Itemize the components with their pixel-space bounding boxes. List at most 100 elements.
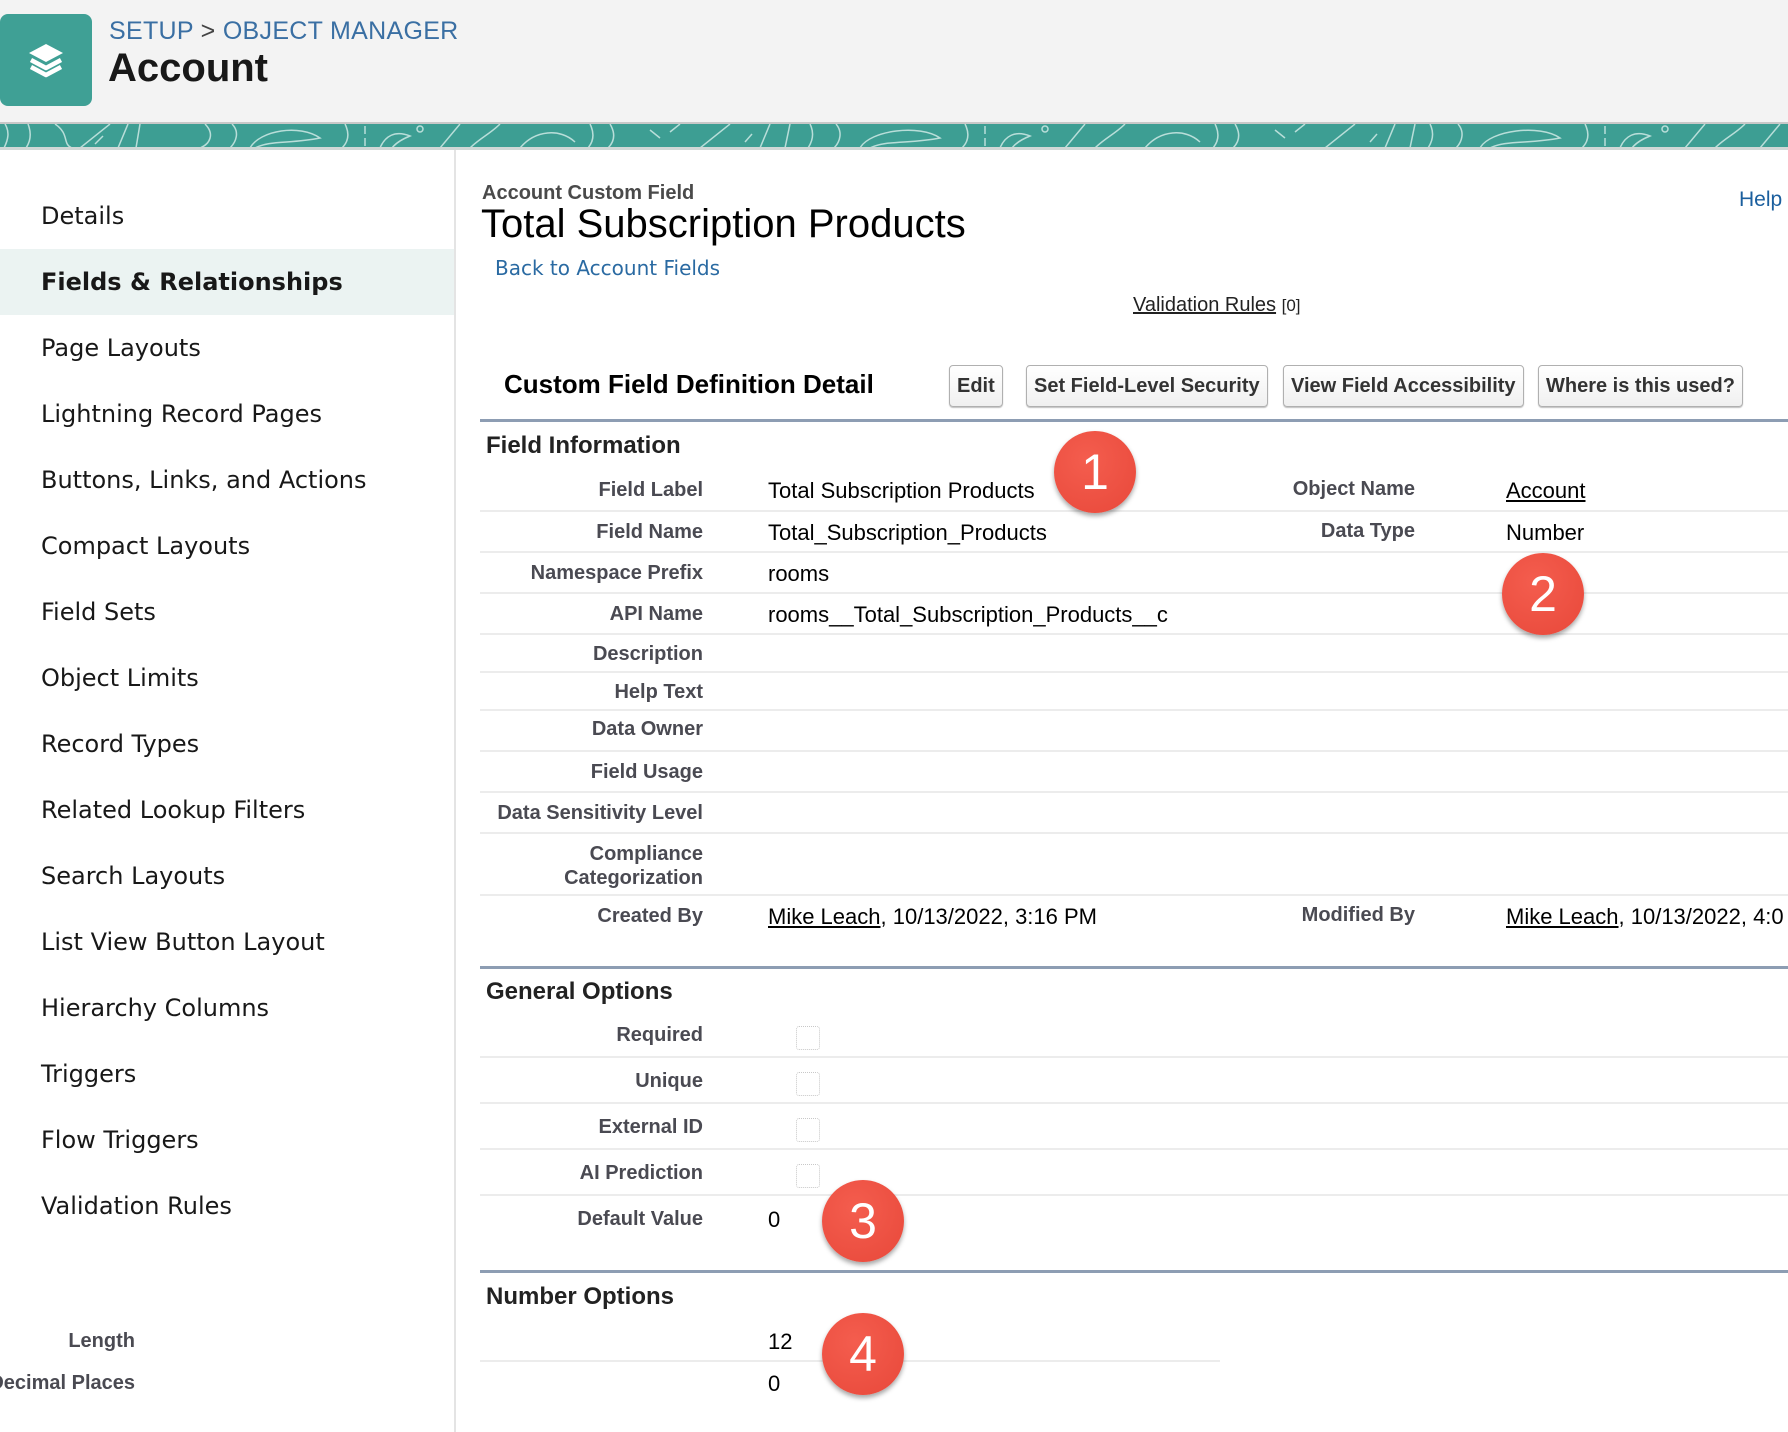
field-detail-main: Account Custom Field Total Subscription …: [0, 150, 1788, 1432]
option-row-default-value: Default Value 0: [480, 1196, 1788, 1242]
sidebar-item-label: Validation Rules: [41, 1192, 232, 1220]
object-name-link[interactable]: Account: [1506, 478, 1586, 503]
field-row-help-text: Help Text: [480, 673, 1788, 711]
field-value: rooms: [768, 561, 830, 586]
sidebar-item-triggers[interactable]: Triggers: [0, 1041, 454, 1107]
sidebar-item-search-layouts[interactable]: Search Layouts: [0, 843, 454, 909]
data-type-value: Number: [1506, 520, 1585, 545]
breadcrumb-separator: >: [200, 17, 216, 45]
sidebar-item-details[interactable]: Details: [0, 183, 454, 249]
ai-prediction-checkbox: [796, 1164, 820, 1188]
help-link[interactable]: Help: [1739, 188, 1782, 212]
breadcrumb-setup[interactable]: SETUP: [109, 17, 193, 45]
created-by-user-link[interactable]: Mike Leach: [768, 904, 881, 929]
sidebar-item-compact-layouts[interactable]: Compact Layouts: [0, 513, 454, 579]
sidebar-item-list-view-button-layout[interactable]: List View Button Layout: [0, 909, 454, 975]
sidebar-item-label: Object Limits: [41, 664, 199, 692]
sidebar-item-validation-rules[interactable]: Validation Rules: [0, 1173, 454, 1239]
field-row-data-sensitivity-level: Data Sensitivity Level: [480, 793, 1788, 834]
field-value: Total Subscription Products: [768, 478, 1035, 503]
default-value: 0: [768, 1207, 781, 1232]
modified-by-label: Modified By: [1301, 904, 1415, 926]
created-by-label: Created By: [597, 905, 703, 927]
field-label: Help Text: [614, 681, 703, 703]
section-divider: [480, 419, 1788, 422]
sidebar-item-related-lookup-filters[interactable]: Related Lookup Filters: [0, 777, 454, 843]
section-title: Custom Field Definition Detail: [504, 369, 874, 399]
layers-icon: [0, 14, 92, 106]
field-row-created-modified: Created By Mike Leach, 10/13/2022, 3:16 …: [480, 896, 1788, 956]
set-field-level-security-button[interactable]: Set Field-Level Security: [1026, 365, 1268, 407]
sidebar-item-label: Fields & Relationships: [41, 268, 343, 296]
sidebar-item-field-sets[interactable]: Field Sets: [0, 579, 454, 645]
field-value: rooms__Total_Subscription_Products__c: [768, 602, 1168, 627]
sidebar-item-flow-triggers[interactable]: Flow Triggers: [0, 1107, 454, 1173]
option-label: External ID: [598, 1116, 703, 1138]
validation-rules-related-link: Validation Rules [0]: [1133, 294, 1301, 317]
created-by-timestamp: , 10/13/2022, 3:16 PM: [880, 904, 1098, 929]
field-row-api-name: API Name rooms__Total_Subscription_Produ…: [480, 594, 1788, 635]
modified-by-user-link[interactable]: Mike Leach: [1506, 904, 1619, 929]
field-information-heading: Field Information: [486, 432, 681, 459]
sidebar-item-page-layouts[interactable]: Page Layouts: [0, 315, 454, 381]
sidebar-item-fields-relationships[interactable]: Fields & Relationships: [0, 249, 454, 315]
annotation-badge-3: 3: [822, 1180, 904, 1262]
sidebar-item-label: Buttons, Links, and Actions: [41, 466, 367, 494]
sidebar-item-label: Field Sets: [41, 598, 156, 626]
sidebar-item-lightning-record-pages[interactable]: Lightning Record Pages: [0, 381, 454, 447]
validation-rules-count: [0]: [1281, 296, 1301, 315]
object-title: Account: [108, 46, 268, 90]
option-row-required: Required: [480, 1012, 1788, 1058]
field-label: Field Name: [596, 521, 703, 543]
number-options-heading: Number Options: [486, 1283, 675, 1310]
back-to-account-fields-link[interactable]: Back to Account Fields: [495, 256, 720, 280]
breadcrumb: SETUP > OBJECT MANAGER: [109, 17, 459, 46]
option-label: Required: [616, 1024, 703, 1046]
sidebar-item-label: Page Layouts: [41, 334, 201, 362]
sidebar-item-buttons-links-actions[interactable]: Buttons, Links, and Actions: [0, 447, 454, 513]
decorative-banner: [0, 122, 1788, 150]
option-row-external-id: External ID: [480, 1104, 1788, 1150]
edit-button[interactable]: Edit: [949, 365, 1003, 407]
sidebar-item-label: List View Button Layout: [41, 928, 325, 956]
option-row-unique: Unique: [480, 1058, 1788, 1104]
validation-rules-link[interactable]: Validation Rules: [1133, 294, 1276, 316]
option-label: Length: [68, 1330, 135, 1352]
sidebar-item-label: Details: [41, 202, 125, 230]
unique-checkbox: [796, 1072, 820, 1096]
field-value: Total_Subscription_Products: [768, 520, 1047, 545]
annotation-badge-2: 2: [1502, 553, 1584, 635]
view-field-accessibility-button[interactable]: View Field Accessibility: [1283, 365, 1524, 407]
page-title: Total Subscription Products: [481, 202, 966, 246]
sidebar-item-hierarchy-columns[interactable]: Hierarchy Columns: [0, 975, 454, 1041]
option-label: AI Prediction: [579, 1162, 703, 1184]
field-label: Description: [592, 643, 703, 665]
field-row-field-usage: Field Usage: [480, 752, 1788, 793]
breadcrumb-object-manager[interactable]: OBJECT MANAGER: [223, 17, 459, 45]
field-label: Object Name: [1292, 478, 1415, 500]
option-label: Default Value: [577, 1208, 703, 1230]
where-is-this-used-button[interactable]: Where is this used?: [1538, 365, 1743, 407]
required-checkbox: [796, 1026, 820, 1050]
sidebar-item-record-types[interactable]: Record Types: [0, 711, 454, 777]
general-options-heading: General Options: [486, 978, 673, 1005]
sidebar-item-object-limits[interactable]: Object Limits: [0, 645, 454, 711]
external-id-checkbox: [796, 1118, 820, 1142]
option-label: Unique: [635, 1070, 703, 1092]
sidebar-item-label: Hierarchy Columns: [41, 994, 270, 1022]
field-row-compliance-categorization: Compliance Categorization: [480, 834, 1788, 896]
field-label: API Name: [609, 603, 703, 625]
length-value: 12: [768, 1329, 793, 1354]
field-label: Data Type: [1320, 520, 1415, 542]
modified-by-value: Mike Leach, 10/13/2022, 4:0: [1506, 904, 1784, 930]
annotation-badge-4: 4: [822, 1313, 904, 1395]
sidebar-item-label: Lightning Record Pages: [41, 400, 323, 428]
created-by-value: Mike Leach, 10/13/2022, 3:16 PM: [768, 904, 1097, 930]
section-divider: [480, 966, 1788, 969]
sidebar-item-label: Compact Layouts: [41, 532, 251, 560]
modified-by-timestamp: , 10/13/2022, 4:0: [1618, 904, 1784, 929]
annotation-badge-1: 1: [1054, 431, 1136, 513]
section-divider: [480, 1270, 1788, 1273]
field-row-namespace-prefix: Namespace Prefix rooms: [480, 553, 1788, 594]
sidebar-item-label: Search Layouts: [41, 862, 226, 890]
